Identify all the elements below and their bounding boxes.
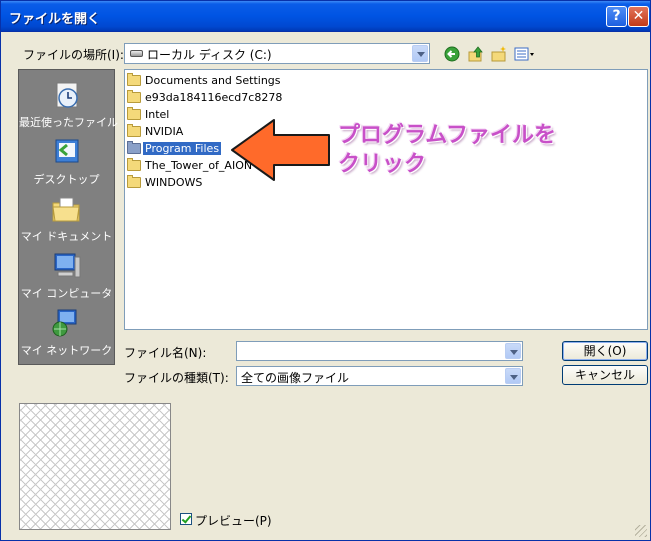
folder-name: Documents and Settings (145, 74, 281, 87)
chevron-down-icon[interactable] (412, 45, 428, 62)
annotation-line-1: プログラムファイルを (338, 123, 557, 148)
dialog-title: ファイルを開く (9, 12, 101, 27)
drive-icon (130, 50, 143, 57)
back-icon[interactable] (444, 46, 460, 62)
filename-label: ファイル名(N): (124, 346, 207, 360)
folder-icon (127, 141, 141, 154)
view-menu-icon[interactable] (514, 46, 536, 62)
place-my-documents[interactable]: マイ ドキュメント (19, 192, 114, 248)
place-my-network[interactable]: マイ ネットワーク (19, 306, 114, 362)
resize-grip-icon[interactable] (635, 525, 647, 537)
my-network-icon (52, 309, 77, 337)
folder-name: WINDOWS (145, 176, 203, 189)
annotation-arrow-icon (231, 119, 330, 181)
lookin-label: ファイルの場所(I): (23, 48, 124, 62)
cancel-button[interactable]: キャンセル (562, 365, 648, 385)
places-bar: 最近使ったファイル デスクトップ マイ ドキュメント マイ コンピュータ マイ … (18, 69, 118, 365)
place-label: マイ ネットワーク (20, 344, 113, 357)
recent-files-icon (56, 82, 78, 108)
open-button[interactable]: 開く(O) (562, 341, 648, 361)
folder-icon (127, 90, 141, 103)
annotation-line-2: クリック (338, 152, 427, 177)
folder-icon (127, 107, 141, 120)
folder-name: Program Files (143, 142, 222, 155)
place-label: マイ ドキュメント (20, 230, 113, 243)
folder-icon (127, 158, 141, 171)
filetype-select[interactable]: 全ての画像ファイル (236, 366, 523, 386)
new-folder-icon[interactable] (491, 46, 507, 62)
lookin-combo[interactable]: ローカル ディスク (C:) (124, 43, 430, 64)
chevron-down-icon[interactable] (505, 368, 521, 384)
lookin-value: ローカル ディスク (C:) (147, 48, 272, 62)
close-button[interactable]: ✕ (628, 6, 649, 27)
title-bar: ファイルを開く ? ✕ (1, 1, 650, 32)
help-button[interactable]: ? (606, 6, 627, 27)
filetype-label: ファイルの種類(T): (124, 371, 229, 385)
filename-input[interactable] (236, 341, 523, 361)
filetype-value: 全ての画像ファイル (241, 371, 350, 385)
place-label: デスクトップ (33, 173, 100, 186)
place-recent-files[interactable]: 最近使ったファイル (19, 78, 118, 134)
file-list[interactable]: Documents and Settings e93da184116ecd7c8… (124, 69, 648, 330)
folder-icon (127, 73, 141, 86)
up-folder-icon[interactable] (468, 46, 484, 62)
my-documents-icon (52, 197, 80, 222)
folder-name: NVIDIA (145, 125, 184, 138)
annotation-text: プログラムファイルを クリック (338, 121, 556, 179)
place-label: マイ コンピュータ (20, 287, 113, 300)
folder-name: e93da184116ecd7c8278 (145, 91, 283, 104)
preview-label: プレビュー(P) (195, 514, 272, 528)
open-file-dialog: ファイルを開く ? ✕ ファイルの場所(I): ローカル ディスク (C:) 最… (0, 0, 651, 541)
chevron-down-icon[interactable] (505, 343, 521, 359)
folder-icon (127, 175, 141, 188)
folder-name: Intel (145, 108, 170, 121)
place-label: 最近使ったファイル (19, 116, 118, 129)
my-computer-icon (54, 253, 81, 278)
place-my-computer[interactable]: マイ コンピュータ (19, 249, 114, 305)
place-desktop[interactable]: デスクトップ (19, 135, 114, 191)
folder-icon (127, 124, 141, 137)
desktop-icon (55, 139, 79, 163)
image-preview (19, 403, 171, 530)
preview-checkbox[interactable] (180, 513, 192, 525)
